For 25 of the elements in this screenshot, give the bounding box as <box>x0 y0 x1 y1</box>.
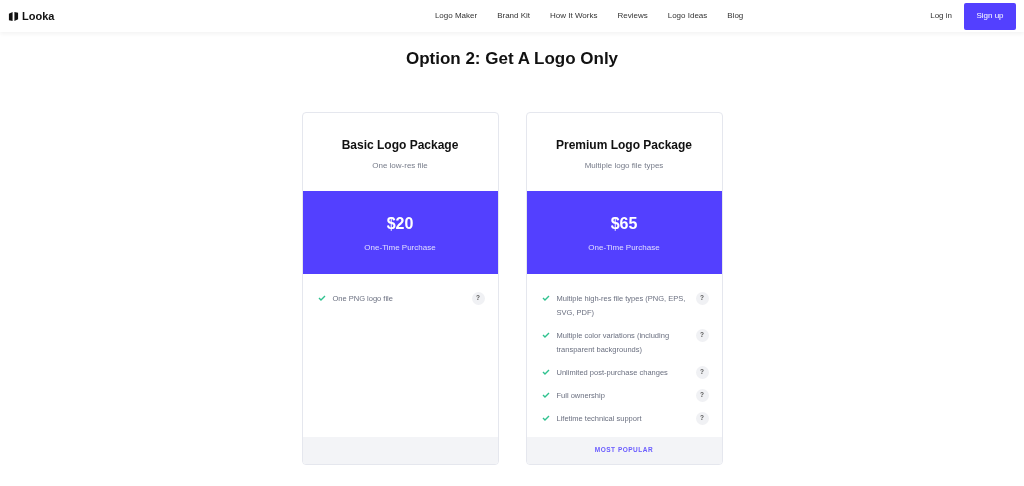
nav-link[interactable]: Reviews <box>617 10 648 22</box>
nav-link[interactable]: How It Works <box>550 10 598 22</box>
login-link[interactable]: Log in <box>930 10 952 22</box>
brand-name[interactable]: Looka <box>22 7 55 25</box>
price-note: One-Time Purchase <box>364 241 436 254</box>
check-icon <box>317 294 326 301</box>
check-icon <box>541 368 550 375</box>
price: $20 <box>386 213 414 234</box>
check-icon <box>541 414 550 421</box>
nav-link[interactable]: Blog <box>727 10 744 22</box>
plan-subtitle: Multiple logo file types <box>584 159 664 172</box>
price-note: One-Time Purchase <box>588 241 660 254</box>
check-icon <box>541 331 550 338</box>
check-icon <box>541 294 550 301</box>
nav-link[interactable]: Logo Ideas <box>667 10 708 22</box>
plan-name: Basic Logo Package <box>341 136 459 154</box>
page-heading: Option 2: Get A Logo Only <box>404 48 620 70</box>
plan-subtitle: One low-res file <box>372 159 428 172</box>
check-icon <box>541 391 550 398</box>
logo-icon[interactable] <box>8 10 19 22</box>
nav-link[interactable]: Brand Kit <box>497 10 531 22</box>
plan-name: Premium Logo Package <box>555 136 692 154</box>
nav-link[interactable]: Logo Maker <box>434 10 478 22</box>
price: $65 <box>610 213 638 234</box>
signup-button[interactable]: Sign up <box>964 2 1016 30</box>
